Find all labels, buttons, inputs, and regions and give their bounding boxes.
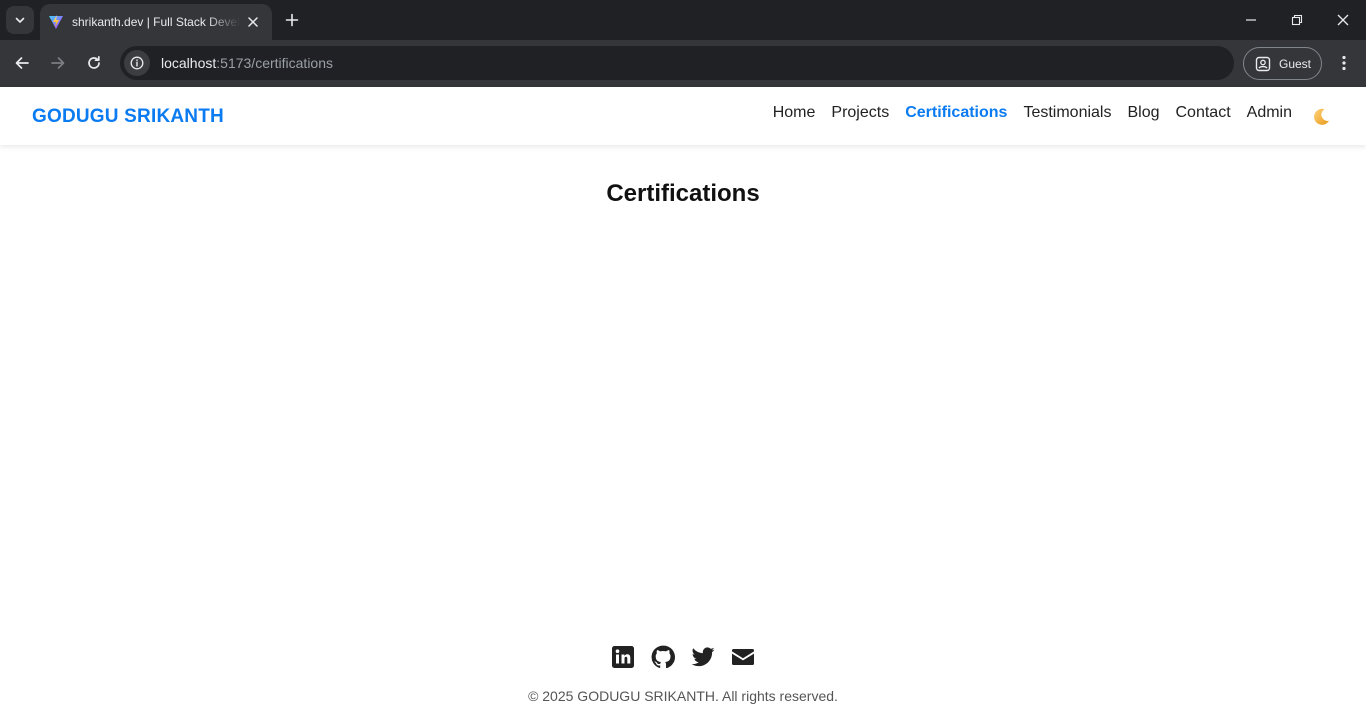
minimize-window-button[interactable] (1228, 0, 1274, 40)
more-vert-icon (1342, 55, 1346, 71)
close-window-button[interactable] (1320, 0, 1366, 40)
moon-icon[interactable] (1311, 107, 1331, 127)
close-icon (1337, 14, 1349, 26)
nav-link-contact[interactable]: Contact (1176, 104, 1231, 122)
twitter-icon[interactable] (691, 645, 715, 669)
forward-button[interactable] (43, 48, 73, 78)
back-button[interactable] (7, 48, 37, 78)
site-header: GODUGU SRIKANTH Home Projects Certificat… (0, 87, 1366, 145)
url-path: :5173/certifications (216, 55, 333, 71)
browser-menu-button[interactable] (1330, 48, 1358, 78)
restore-icon (1291, 14, 1303, 26)
github-icon[interactable] (651, 645, 675, 669)
copyright-text: © 2025 GODUGU SRIKANTH. All rights reser… (528, 688, 838, 704)
social-links (611, 645, 755, 669)
chevron-down-icon (15, 17, 25, 23)
url-text[interactable]: localhost:5173/certifications (161, 55, 333, 71)
tab-search-button[interactable] (6, 6, 34, 34)
nav-link-blog[interactable]: Blog (1127, 104, 1159, 122)
nav-link-certifications[interactable]: Certifications (905, 104, 1007, 122)
close-tab-icon[interactable] (244, 13, 262, 31)
profile-label: Guest (1279, 56, 1312, 71)
site-info-button[interactable] (124, 50, 150, 76)
minimize-icon (1246, 19, 1256, 21)
envelope-icon[interactable] (731, 645, 755, 669)
info-icon (130, 56, 144, 70)
reload-icon (88, 55, 100, 69)
new-tab-button[interactable] (280, 8, 304, 32)
arrow-left-icon (15, 57, 29, 69)
browser-tab-strip: shrikanth.dev | Full Stack Developer (0, 0, 1366, 40)
restore-window-button[interactable] (1274, 0, 1320, 40)
nav-link-home[interactable]: Home (773, 104, 816, 122)
linkedin-icon[interactable] (611, 645, 635, 669)
arrow-right-icon (51, 57, 65, 69)
browser-toolbar: localhost:5173/certifications Guest (0, 40, 1366, 87)
nav-link-testimonials[interactable]: Testimonials (1023, 104, 1111, 122)
tab-title: shrikanth.dev | Full Stack Developer (72, 15, 240, 29)
nav-link-projects[interactable]: Projects (831, 104, 889, 122)
profile-button[interactable]: Guest (1243, 47, 1322, 80)
main-nav: Home Projects Certifications Testimonial… (773, 104, 1292, 122)
brand-logo[interactable]: GODUGU SRIKANTH (32, 106, 224, 128)
page-title: Certifications (606, 180, 760, 207)
nav-link-admin[interactable]: Admin (1247, 104, 1292, 122)
profile-icon (1255, 56, 1271, 71)
vite-logo-icon (49, 15, 63, 29)
browser-tab-active[interactable]: shrikanth.dev | Full Stack Developer (40, 4, 272, 40)
address-bar[interactable]: localhost:5173/certifications (120, 46, 1234, 80)
url-host: localhost (161, 55, 217, 71)
reload-button[interactable] (79, 48, 109, 78)
plus-icon (285, 13, 299, 27)
